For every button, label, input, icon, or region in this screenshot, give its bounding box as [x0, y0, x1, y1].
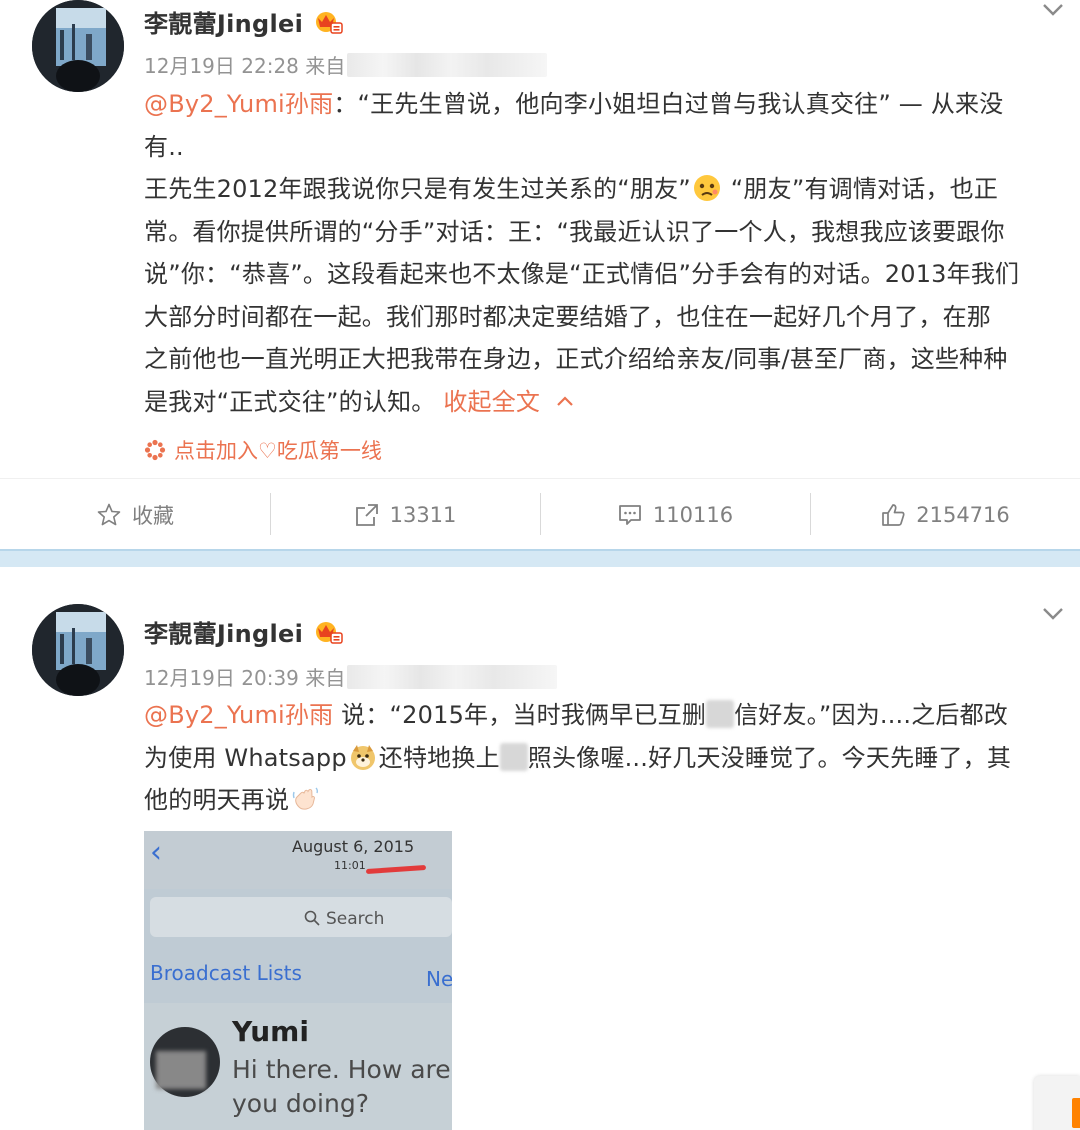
collapse-label: 收起全文 [443, 387, 541, 416]
mention-link[interactable]: @By2_Yumi孙雨 [144, 90, 333, 118]
search-placeholder: Search [326, 909, 385, 929]
comment-button[interactable]: 110116 [540, 479, 810, 550]
author-row: 李靚蕾Jinglei [144, 4, 343, 39]
content-text: 说：“2015年，当时我俩早已互删 [333, 701, 707, 729]
favorite-button[interactable]: 收藏 [0, 479, 270, 550]
content-text: 王先生2012年跟我说你只是有发生过关系的“朋友” [144, 175, 691, 203]
like-count: 2154716 [916, 502, 1010, 527]
weibo-logo-icon [1072, 1098, 1080, 1128]
post-content: @By2_Yumi孙雨：“王先生曾说，他向李小姐坦白过曾与我认真交往” — 从来… [144, 83, 1064, 423]
source-blurred [347, 52, 548, 77]
content-line: 常。看你提供所谓的“分手”对话：王：“我最近认识了一个人，我想我应该要跟你 [144, 217, 1005, 246]
new-group-label: Ne [426, 967, 452, 991]
author-avatar[interactable] [32, 0, 124, 92]
post-content: @By2_Yumi孙雨 说：“2015年，当时我俩早已互删 信好友。”因为....… [144, 694, 1064, 822]
source-blurred [347, 664, 558, 689]
vip-crown-icon [316, 11, 343, 34]
action-bar: 收藏 13311 110116 2154716 [0, 478, 1080, 550]
content-text: ：“王先生曾说，他向李小姐坦白过曾与我认真交往” — 从来没 [333, 90, 1004, 118]
content-line: 为使用 Whatsapp 还特地换上 照头像喔...好几天没睡觉了。今天先睡了，其 [144, 737, 1064, 780]
waving-hand-icon [293, 787, 319, 810]
content-line: 之前他也一直光明正大把我带在身边，正式介绍给亲友/同事/甚至厂商，这些种种 [144, 345, 1008, 373]
chevron-down-icon[interactable] [1040, 600, 1066, 626]
comment-count: 110116 [652, 502, 734, 527]
topic-label: 点击加入♡吃瓜第一线 [174, 439, 382, 463]
share-icon [355, 503, 378, 526]
favorite-label: 收藏 [132, 503, 174, 528]
broadcast-lists-label: Broadcast Lists [150, 961, 302, 985]
comment-icon [619, 504, 641, 525]
vip-crown-icon [316, 621, 343, 644]
floating-app-button[interactable] [1034, 1076, 1080, 1130]
blurred-character [499, 742, 528, 771]
content-text: 是我对“正式交往”的认知。 [144, 387, 436, 416]
content-line: @By2_Yumi孙雨：“王先生曾说，他向李小姐坦白过曾与我认真交往” — 从来… [144, 83, 1064, 126]
content-text: 信好友。”因为....之后都改 [734, 701, 1009, 729]
screenshot-search-label: Search [304, 909, 384, 929]
content-text: 为使用 Whatsapp [144, 743, 347, 772]
star-icon [97, 503, 121, 525]
screenshot-search-bar [150, 897, 452, 937]
doge-face-icon [350, 744, 375, 770]
author-name[interactable]: 李靚蕾Jinglei [144, 614, 303, 649]
content-line: 他的明天再说 [144, 779, 1064, 822]
repost-count: 13311 [389, 502, 457, 527]
mention-link[interactable]: @By2_Yumi孙雨 [144, 701, 333, 729]
content-line: 王先生2012年跟我说你只是有发生过关系的“朋友” “朋友”有调情对话，也正 [144, 168, 1064, 211]
content-line: 大部分时间都在一起。我们那时都决定要结婚了，也住在一起好几个月了，在那 [144, 302, 991, 331]
chevron-down-icon[interactable] [1040, 0, 1066, 22]
post-timestamp[interactable]: 12月19日 22:28 来自 [144, 50, 345, 79]
blurred-face [156, 1051, 206, 1089]
back-chevron-icon: ‹ [150, 835, 162, 870]
content-line: @By2_Yumi孙雨 说：“2015年，当时我俩早已互删 信好友。”因为....… [144, 694, 1064, 737]
content-text: “朋友”有调情对话，也正 [722, 175, 999, 203]
topic-link[interactable]: 点击加入♡吃瓜第一线 [144, 435, 382, 465]
attached-screenshot-image[interactable]: ‹ August 6, 2015 11:01 Search Broadcast … [144, 831, 452, 1130]
post-meta: 12月19日 22:28 来自 [144, 50, 548, 79]
screenshot-date: August 6, 2015 [292, 837, 415, 856]
contact-message: Hi there. How are you doing? [232, 1055, 451, 1118]
thumbs-up-icon [882, 503, 905, 526]
contact-name: Yumi [232, 1015, 309, 1048]
content-line: 说”你：“恭喜”。这段看起来也不太像是“正式情侣”分手会有的对话。2013年我们 [144, 260, 1020, 288]
feed-separator [0, 549, 1080, 567]
content-line: 是我对“正式交往”的认知。 收起全文 [144, 381, 1064, 424]
chevron-up-icon [557, 395, 573, 406]
post-timestamp[interactable]: 12月19日 20:39 来自 [144, 662, 345, 691]
author-avatar[interactable] [32, 604, 124, 696]
content-text: 还特地换上 [378, 743, 500, 772]
collapse-full-text-link[interactable]: 收起全文 [443, 388, 576, 416]
blurred-character [706, 700, 735, 728]
post-meta: 12月19日 20:39 来自 [144, 662, 558, 691]
content-text: 照头像喔...好几天没睡觉了。今天先睡了，其 [527, 743, 1012, 772]
like-button[interactable]: 2154716 [810, 479, 1080, 550]
content-line: 有.. [144, 132, 184, 161]
author-row: 李靚蕾Jinglei [144, 614, 343, 649]
confused-face-icon [693, 175, 720, 201]
screenshot-time: 11:01 [334, 859, 366, 872]
author-name[interactable]: 李靚蕾Jinglei [144, 4, 303, 39]
search-icon [304, 910, 320, 926]
content-text: 他的明天再说 [144, 786, 290, 814]
repost-button[interactable]: 13311 [270, 479, 540, 550]
topic-flower-icon [144, 439, 166, 461]
